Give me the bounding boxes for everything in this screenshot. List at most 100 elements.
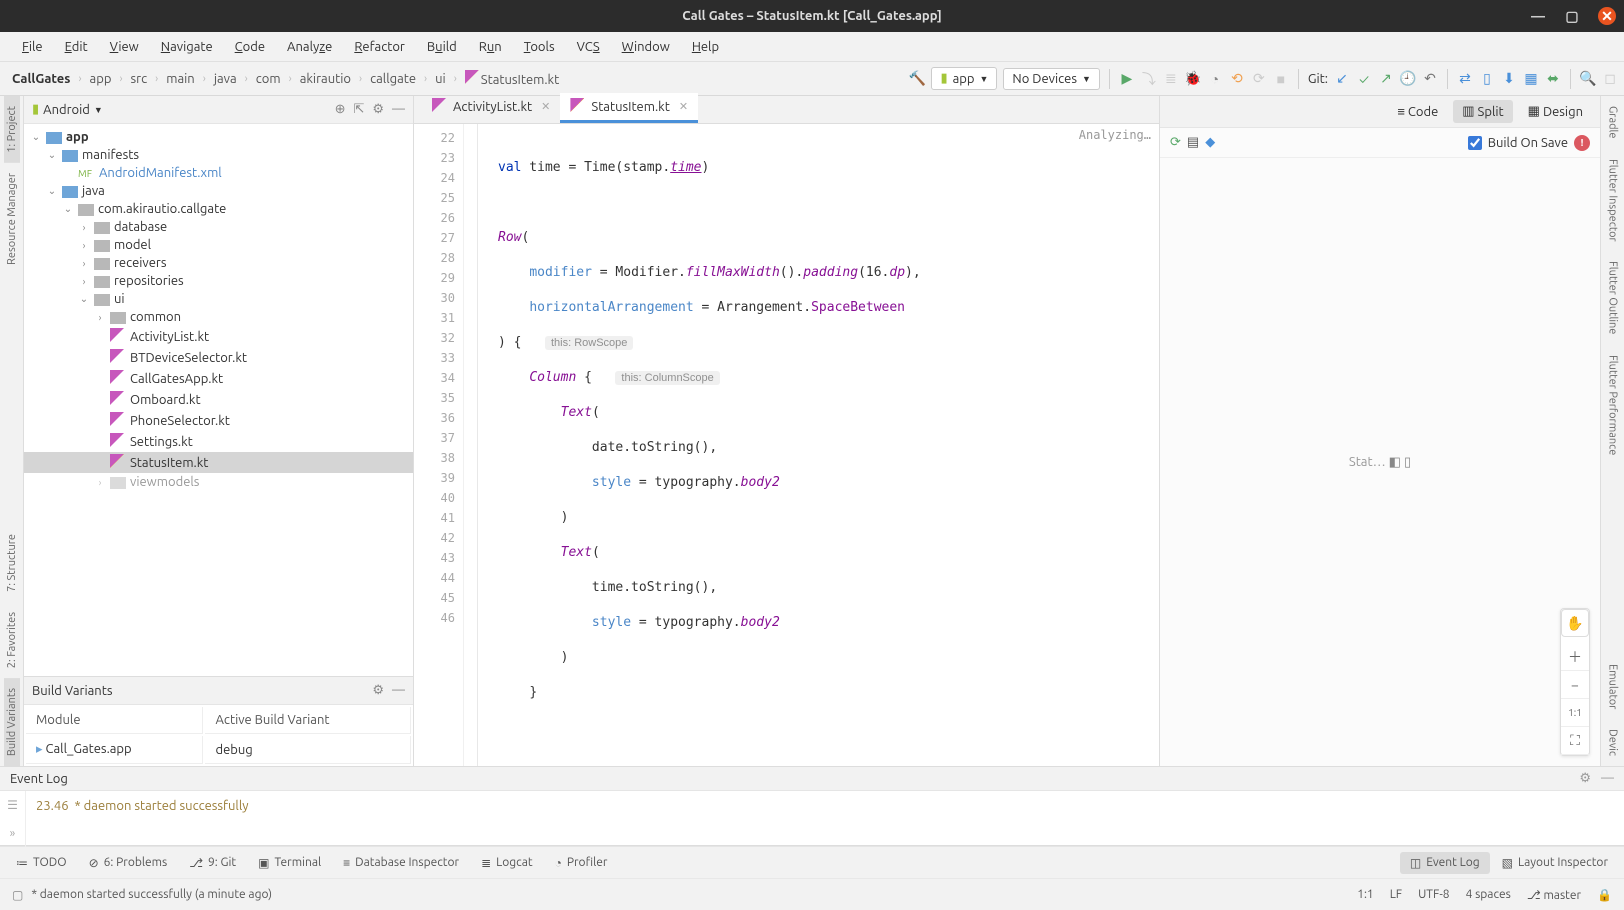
tw-profiler[interactable]: ◔ Profiler	[545, 852, 618, 874]
menu-help[interactable]: Help	[682, 36, 729, 58]
git-push-icon[interactable]: ↗	[1378, 71, 1394, 87]
tree-java[interactable]: java	[82, 184, 105, 198]
sync-icon[interactable]: ⇄	[1457, 71, 1473, 87]
chevron-icon[interactable]: »	[10, 827, 16, 840]
hide-icon[interactable]: —	[392, 683, 405, 698]
pm-icon[interactable]: ▦	[1523, 71, 1539, 87]
menu-tools[interactable]: Tools	[514, 36, 565, 58]
line-ending[interactable]: LF	[1390, 888, 1402, 901]
crumb-file[interactable]: StatusItem.kt	[459, 68, 565, 89]
menu-edit[interactable]: Edit	[55, 36, 98, 58]
tree-folder[interactable]: ui	[114, 292, 125, 306]
minimize-button[interactable]: —	[1530, 8, 1546, 24]
bv-variant[interactable]: debug	[205, 736, 411, 764]
encoding[interactable]: UTF-8	[1418, 888, 1449, 901]
view-split[interactable]: ▥ Split	[1453, 100, 1512, 123]
line-gutter[interactable]: 2223242526272829303132333435363738394041…	[414, 124, 464, 766]
zoom-reset-icon[interactable]: 1:1	[1561, 699, 1589, 727]
refresh-icon[interactable]: ⟳	[1170, 135, 1181, 150]
menu-view[interactable]: View	[100, 36, 149, 58]
ext-icon[interactable]: ⬌	[1545, 71, 1561, 87]
menu-vcs[interactable]: VCS	[567, 36, 610, 58]
target-icon[interactable]: ⊕	[335, 102, 346, 117]
build-on-save-checkbox[interactable]	[1468, 136, 1482, 150]
tree-folder[interactable]: common	[130, 310, 181, 324]
zoom-in-icon[interactable]: ＋	[1561, 643, 1589, 671]
tree-manifest-file[interactable]: AndroidManifest.xml	[99, 166, 222, 180]
apply-icon[interactable]: ⟳	[1251, 71, 1267, 87]
tree-file[interactable]: BTDeviceSelector.kt	[130, 351, 247, 365]
stripe-build-variants[interactable]: Build Variants	[4, 678, 20, 766]
view-design[interactable]: ▦ Design	[1519, 100, 1592, 123]
indent[interactable]: 4 spaces	[1466, 888, 1511, 901]
error-badge[interactable]: !	[1574, 135, 1590, 151]
hide-icon[interactable]: —	[392, 102, 405, 117]
filter-icon[interactable]: ☰	[7, 798, 18, 812]
stripe-flutter-inspector[interactable]: Flutter Inspector	[1605, 149, 1621, 252]
bv-module[interactable]: ▸ Call_Gates.app	[26, 736, 203, 764]
lock-icon[interactable]: 🔒	[1597, 888, 1612, 902]
gear-icon[interactable]: ⚙	[372, 683, 384, 698]
view-code[interactable]: ≡ Code	[1388, 100, 1447, 123]
tree-file[interactable]: Omboard.kt	[130, 393, 201, 407]
menu-file[interactable]: File	[12, 36, 53, 58]
stripe-project[interactable]: 1: Project	[4, 96, 20, 163]
profiler-icon[interactable]: ◔	[1207, 71, 1223, 87]
stripe-flutter-performance[interactable]: Flutter Performance	[1605, 345, 1621, 465]
editor-tab[interactable]: ActivityList.kt✕	[422, 93, 560, 123]
avatar-icon[interactable]: ◻	[1602, 71, 1618, 87]
tree-folder[interactable]: database	[114, 220, 167, 234]
stripe-device[interactable]: Devic	[1605, 719, 1621, 766]
stripe-resource-manager[interactable]: Resource Manager	[4, 163, 20, 275]
menu-window[interactable]: Window	[612, 36, 680, 58]
zoom-out-icon[interactable]: −	[1561, 671, 1589, 699]
editor-tab-active[interactable]: StatusItem.kt✕	[560, 93, 698, 123]
hammer-icon[interactable]: 🔨	[909, 71, 925, 87]
crumb[interactable]: app	[84, 70, 118, 88]
tw-toggle-icon[interactable]: ▢	[12, 888, 23, 902]
tw-problems[interactable]: ⊘ 6: Problems	[79, 852, 178, 874]
close-button[interactable]: ✕	[1598, 7, 1616, 25]
tree-manifests[interactable]: manifests	[82, 148, 139, 162]
maximize-button[interactable]: ▢	[1564, 8, 1580, 24]
tree-folder[interactable]: receivers	[114, 256, 166, 270]
tw-terminal[interactable]: ▣ Terminal	[248, 852, 331, 874]
sdk-icon[interactable]: ⬇	[1501, 71, 1517, 87]
search-icon[interactable]: 🔍	[1580, 71, 1596, 87]
clock-icon[interactable]: 🕘	[1400, 71, 1416, 87]
tree-file[interactable]: Settings.kt	[130, 435, 193, 449]
tw-layout-inspector[interactable]: ▧ Layout Inspector	[1492, 852, 1618, 874]
device-dropdown[interactable]: No Devices ▼	[1003, 68, 1099, 90]
close-icon[interactable]: ✕	[541, 100, 550, 113]
tree-package[interactable]: com.akirautio.callgate	[98, 202, 226, 216]
debug-step-icon[interactable]: ⤵	[1141, 71, 1157, 87]
tree-file[interactable]: ActivityList.kt	[130, 330, 209, 344]
tw-event-log[interactable]: ◫ Event Log	[1400, 852, 1490, 874]
bookmark-icon[interactable]: ◧	[1389, 455, 1401, 470]
tree-root[interactable]: app	[66, 130, 89, 144]
menu-refactor[interactable]: Refactor	[344, 36, 415, 58]
tree-folder[interactable]: repositories	[114, 274, 184, 288]
crumb[interactable]: src	[125, 70, 154, 88]
code-editor[interactable]: Analyzing… val time = Time(stamp.time) R…	[478, 124, 1159, 766]
phone-icon[interactable]: ▯	[1404, 455, 1411, 470]
crumb[interactable]: com	[250, 70, 287, 88]
cursor-position[interactable]: 1:1	[1357, 888, 1374, 901]
menu-code[interactable]: Code	[225, 36, 275, 58]
git-branch[interactable]: ⎇ master	[1527, 888, 1581, 902]
gear-icon[interactable]: ⚙	[1579, 771, 1591, 786]
run-config-dropdown[interactable]: ▮ app ▼	[931, 67, 997, 90]
git-update-icon[interactable]: ↙	[1334, 71, 1350, 87]
layers-icon[interactable]: ▤	[1187, 135, 1199, 150]
inspect-icon[interactable]: ◆	[1205, 135, 1215, 150]
tw-git[interactable]: ⎇ 9: Git	[179, 852, 246, 874]
attach-icon[interactable]: ⟲	[1229, 71, 1245, 87]
coverage-icon[interactable]: ≣	[1163, 71, 1179, 87]
menu-run[interactable]: Run	[469, 36, 512, 58]
revert-icon[interactable]: ↶	[1422, 71, 1438, 87]
collapse-icon[interactable]: ⇱	[353, 102, 364, 117]
run-icon[interactable]: ▶	[1119, 71, 1135, 87]
crumb[interactable]: ui	[429, 70, 452, 88]
crumb[interactable]: java	[208, 70, 243, 88]
project-tree[interactable]: ⌄app ⌄manifests MFAndroidManifest.xml ⌄j…	[24, 124, 413, 676]
